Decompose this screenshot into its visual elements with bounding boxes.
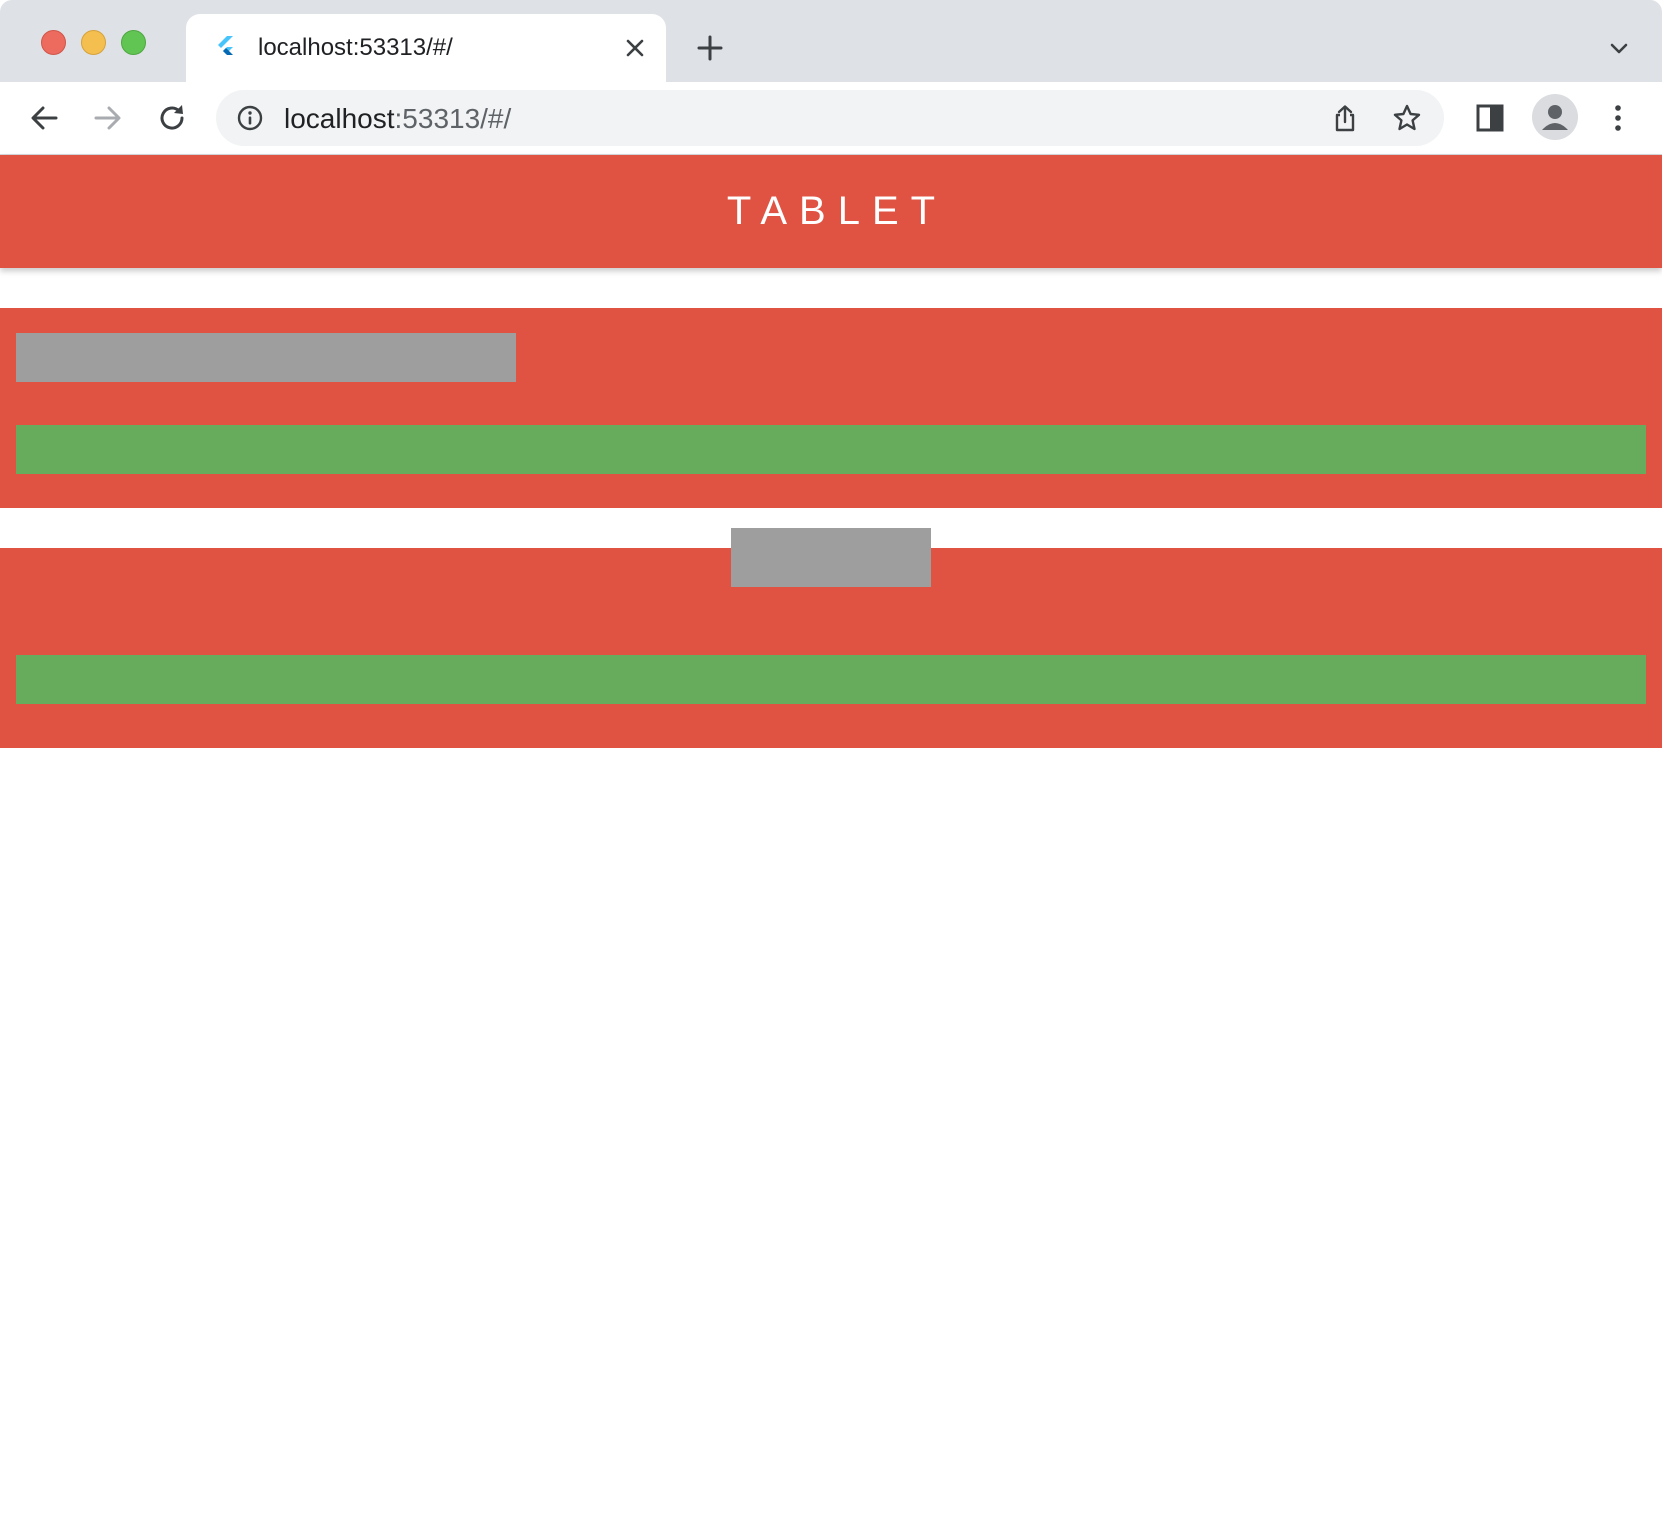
green-placeholder-bar: [16, 655, 1646, 704]
flutter-icon: [214, 34, 236, 62]
browser-tab[interactable]: localhost:53313/#/: [186, 14, 666, 82]
gray-placeholder-block: [16, 333, 516, 382]
browser-window: localhost:53313/#/ localhost:53313/#/ TA…: [0, 0, 1662, 1516]
minimize-window-button[interactable]: [81, 30, 106, 55]
close-icon[interactable]: [622, 35, 648, 61]
close-window-button[interactable]: [41, 30, 66, 55]
url-path: :53313/#/: [394, 103, 512, 134]
maximize-window-button[interactable]: [121, 30, 146, 55]
chevron-down-icon[interactable]: [1607, 36, 1631, 60]
plus-icon[interactable]: [696, 34, 724, 62]
app-bar: TABLET: [0, 155, 1662, 268]
more-vertical-icon[interactable]: [1598, 98, 1638, 138]
share-icon[interactable]: [1330, 103, 1360, 133]
tab-title: localhost:53313/#/: [258, 34, 453, 61]
browser-toolbar: localhost:53313/#/: [0, 82, 1662, 155]
green-placeholder-bar: [16, 425, 1646, 474]
info-icon[interactable]: [236, 104, 264, 132]
url-text[interactable]: localhost:53313/#/: [284, 103, 511, 135]
profile-avatar-icon[interactable]: [1532, 94, 1578, 140]
reload-icon[interactable]: [152, 98, 192, 138]
url-host: localhost: [284, 103, 395, 134]
page-content: TABLET: [0, 155, 1662, 1516]
forward-arrow-icon[interactable]: [88, 98, 128, 138]
page-title: TABLET: [726, 189, 948, 233]
address-bar[interactable]: localhost:53313/#/: [216, 90, 1444, 146]
back-arrow-icon[interactable]: [24, 98, 64, 138]
content-section-1: [0, 308, 1662, 508]
tab-strip: localhost:53313/#/: [0, 0, 1662, 82]
side-panel-icon[interactable]: [1470, 98, 1510, 138]
gray-placeholder-block-center: [731, 528, 931, 587]
star-icon[interactable]: [1392, 103, 1422, 133]
